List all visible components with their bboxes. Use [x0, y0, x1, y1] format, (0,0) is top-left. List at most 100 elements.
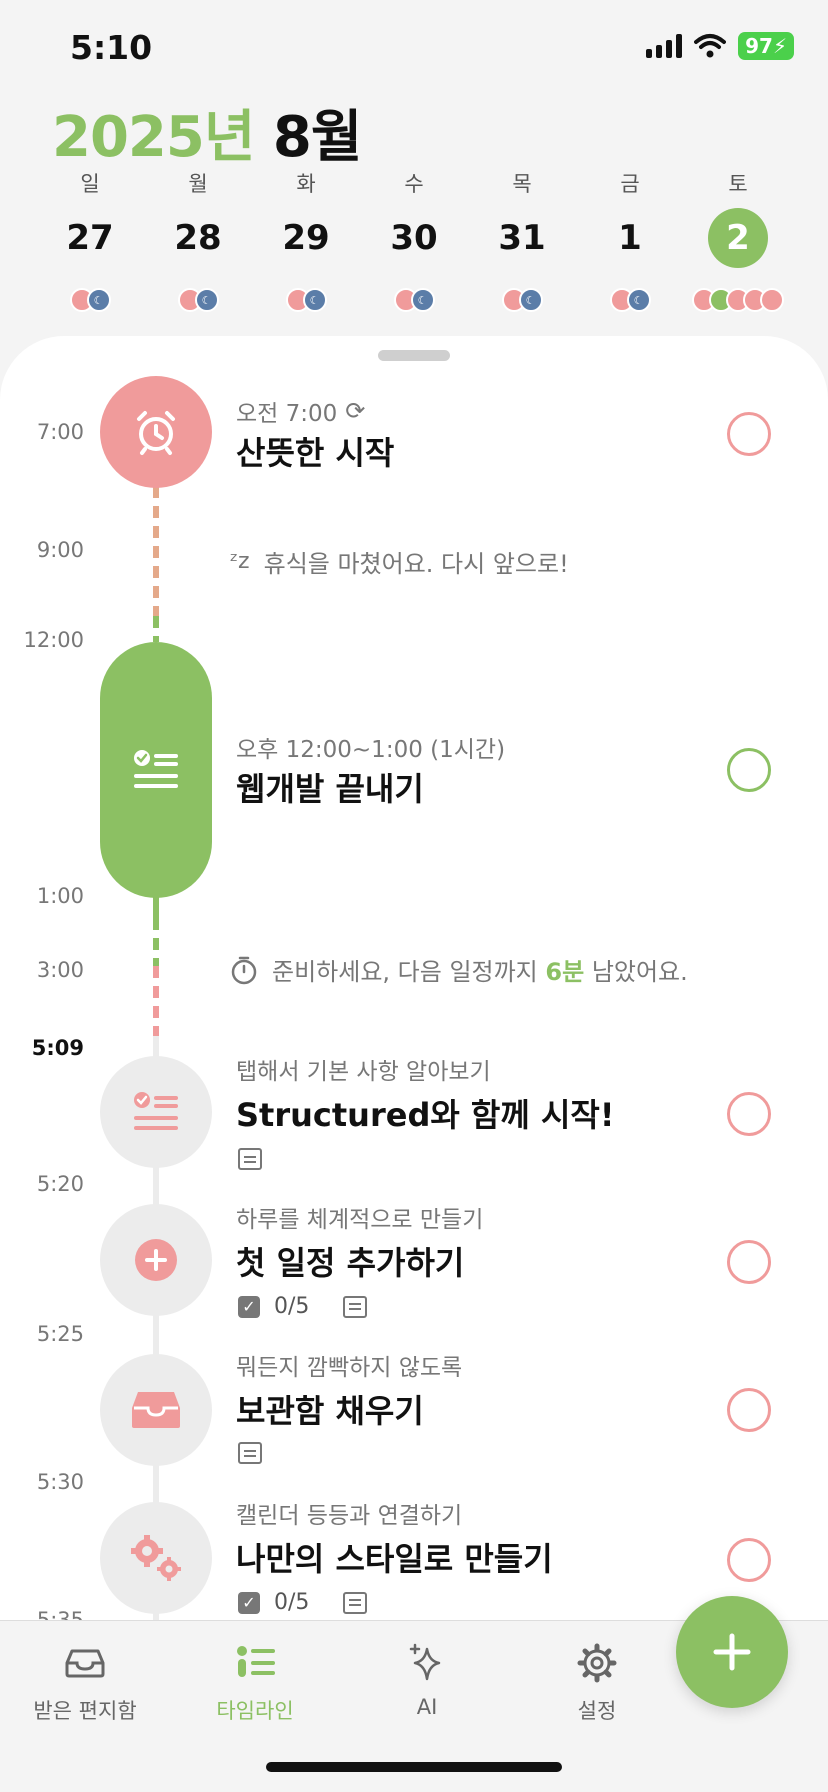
day-number: 27	[66, 218, 114, 258]
event-icon-alarm[interactable]	[100, 376, 212, 488]
day-event-dots: ☾	[501, 288, 543, 312]
event-icon-task[interactable]	[100, 642, 212, 898]
time-label: 9:00	[36, 538, 84, 562]
moon-dot-icon: ☾	[86, 288, 111, 312]
gap-prepare-after: 남았어요.	[584, 958, 688, 986]
current-time-label: 5:09	[31, 1036, 84, 1060]
event-subtitle: 뭐든지 깜빡하지 않도록	[236, 1355, 463, 1381]
day-tue[interactable]: 화 29 ☾	[252, 168, 360, 312]
moon-dot-icon: ☾	[194, 288, 219, 312]
event-title[interactable]: 나만의 스타일로 만들기	[236, 1534, 553, 1580]
tab-ai[interactable]: AI	[342, 1641, 512, 1719]
gap-message-prepare: 준비하세요, 다음 일정까지 6분 남았어요.	[230, 952, 688, 987]
tab-label: 타임라인	[216, 1699, 294, 1723]
event-title[interactable]: 첫 일정 추가하기	[236, 1238, 464, 1284]
gap-connector	[153, 918, 159, 966]
wifi-icon	[694, 34, 727, 58]
complete-toggle[interactable]	[727, 1538, 771, 1582]
tab-settings[interactable]: 설정	[512, 1641, 682, 1725]
day-thu[interactable]: 목 31 ☾	[468, 168, 576, 312]
day-sat-selected[interactable]: 토 2	[684, 168, 792, 312]
time-label: 5:30	[36, 1470, 84, 1494]
day-event-dots: ☾	[69, 288, 111, 312]
day-fri[interactable]: 금 1 ☾	[576, 168, 684, 312]
weekday-label: 금	[620, 172, 640, 196]
tab-inbox[interactable]: 받은 편지함	[0, 1641, 170, 1725]
complete-toggle[interactable]	[727, 748, 771, 792]
status-time: 5:10	[70, 28, 153, 67]
complete-toggle[interactable]	[727, 1240, 771, 1284]
checklist-icon	[134, 1092, 178, 1130]
day-number: 2	[708, 208, 768, 268]
event-icon-checklist[interactable]	[100, 1056, 212, 1168]
charging-bolt-icon: ⚡	[772, 34, 787, 58]
time-label: 7:00	[36, 420, 84, 444]
event-meta	[238, 1148, 262, 1170]
day-number: 29	[282, 218, 330, 258]
tab-timeline[interactable]: 타임라인	[170, 1641, 340, 1725]
notes-icon	[238, 1148, 262, 1170]
gap-prepare-before: 준비하세요, 다음 일정까지	[272, 958, 546, 986]
gear-icon	[577, 1643, 617, 1683]
month-label: 8월	[272, 105, 362, 170]
complete-toggle[interactable]	[727, 1388, 771, 1432]
time-label: 3:00	[36, 958, 84, 982]
moon-dot-icon: ☾	[626, 288, 651, 312]
gears-icon	[131, 1535, 181, 1581]
weekday-label: 수	[404, 172, 424, 196]
event-title[interactable]: 웹개발 끝내기	[236, 764, 424, 810]
gap-connector	[153, 616, 159, 642]
event-icon-inbox[interactable]	[100, 1354, 212, 1466]
notes-icon	[343, 1591, 368, 1614]
subtask-check-icon: ✓	[238, 1591, 260, 1614]
weekday-label: 월	[188, 172, 208, 196]
day-number: 31	[498, 218, 546, 258]
day-wed[interactable]: 수 30 ☾	[360, 168, 468, 312]
event-icon-settings[interactable]	[100, 1502, 212, 1614]
home-indicator	[266, 1762, 562, 1772]
time-label: 5:20	[36, 1172, 84, 1196]
event-icon-add[interactable]	[100, 1204, 212, 1316]
event-time: 오전 7:00 ⟳	[236, 394, 365, 428]
year-label: 2025년	[52, 105, 255, 170]
weekday-label: 토	[728, 172, 748, 196]
add-event-button[interactable]	[676, 1596, 788, 1708]
day-mon[interactable]: 월 28 ☾	[144, 168, 252, 312]
gap-prepare-text: 준비하세요, 다음 일정까지 6분 남았어요.	[272, 952, 688, 987]
event-subtitle: 하루를 체계적으로 만들기	[236, 1207, 484, 1233]
time-label: 1:00	[36, 884, 84, 908]
event-title[interactable]: Structured와 함께 시작!	[236, 1090, 614, 1136]
complete-toggle[interactable]	[727, 1092, 771, 1136]
week-strip: 일 27 ☾ 월 28 ☾ 화 29 ☾ 수 30 ☾ 목 31 ☾ 금 1 ☾…	[36, 168, 792, 312]
event-meta: ✓ 0/5	[238, 1590, 368, 1615]
sheet-grabber[interactable]	[378, 350, 450, 361]
sleep-zzz-icon: ᶻz	[230, 549, 250, 574]
timeline-sheet[interactable]: 7:00 9:00 12:00 1:00 3:00 5:09 5:20 5:25…	[0, 336, 828, 1636]
event-title[interactable]: 산뜻한 시작	[236, 428, 394, 474]
alarm-clock-icon	[137, 411, 175, 455]
day-number: 28	[174, 218, 222, 258]
inbox-tray-icon	[132, 1392, 180, 1428]
subtask-check-icon: ✓	[238, 1295, 260, 1318]
complete-toggle[interactable]	[727, 412, 771, 456]
time-label: 5:25	[36, 1322, 84, 1346]
event-subtitle: 탭해서 기본 사항 알아보기	[236, 1059, 491, 1085]
event-meta: ✓ 0/5	[238, 1294, 368, 1319]
event-title[interactable]: 보관함 채우기	[236, 1386, 424, 1432]
battery-indicator: 97 ⚡	[738, 32, 794, 60]
moon-dot-icon: ☾	[302, 288, 327, 312]
day-event-dots: ☾	[285, 288, 327, 312]
checklist-icon	[134, 750, 178, 788]
subtask-count: 0/5	[274, 1294, 310, 1319]
day-number: 1	[618, 218, 642, 258]
subtask-count: 0/5	[274, 1590, 310, 1615]
tab-label: 받은 편지함	[33, 1699, 137, 1723]
plus-icon	[713, 1633, 751, 1671]
event-subtitle: 캘린더 등등과 연결하기	[236, 1503, 463, 1529]
day-event-dots: ☾	[609, 288, 651, 312]
gap-prepare-minutes: 6분	[545, 958, 585, 986]
month-title[interactable]: 2025년 8월	[52, 92, 362, 173]
cellular-signal-icon	[646, 34, 683, 58]
day-sun[interactable]: 일 27 ☾	[36, 168, 144, 312]
day-event-dots	[692, 288, 784, 312]
